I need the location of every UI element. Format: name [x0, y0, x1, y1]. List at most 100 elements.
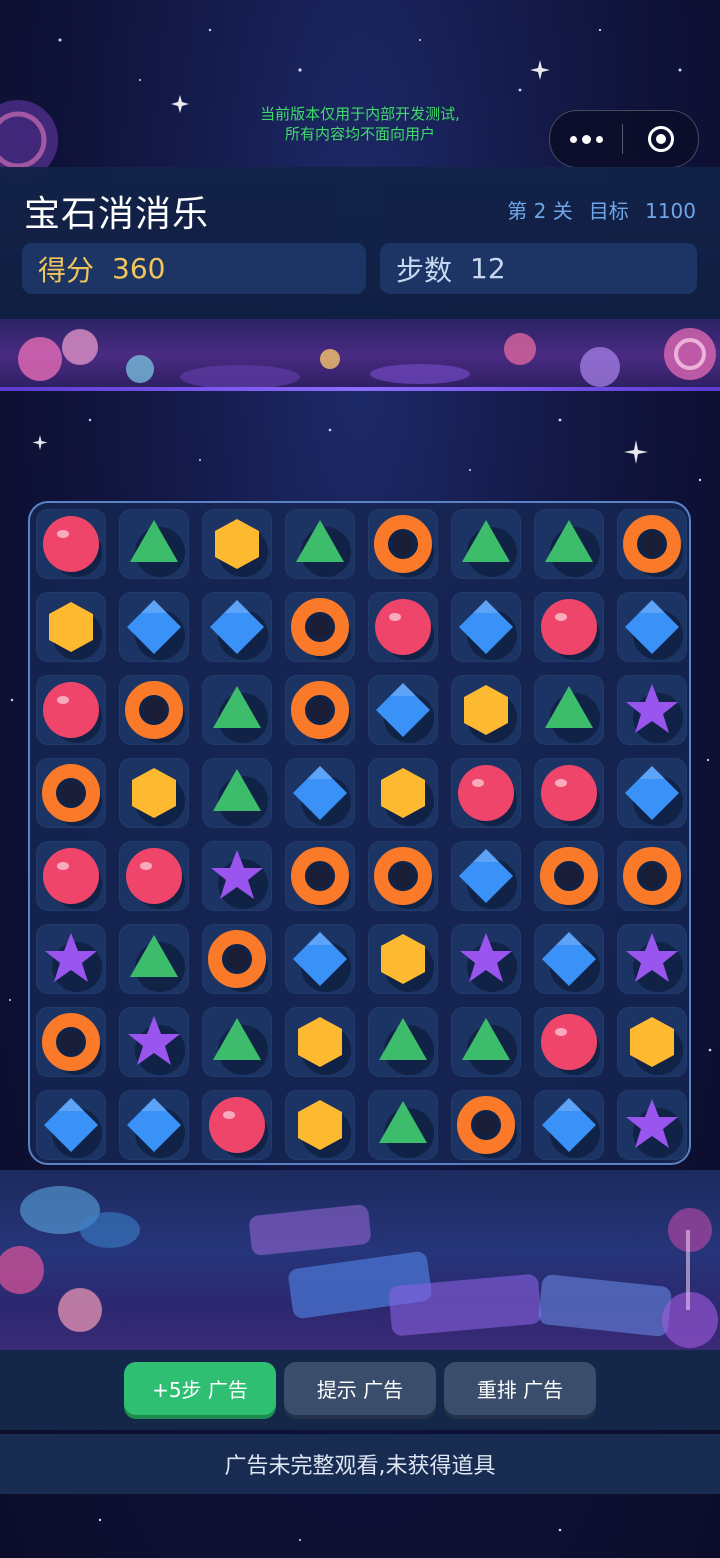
blue-diamond-icon — [44, 1098, 98, 1152]
gem-cell[interactable] — [119, 592, 189, 662]
gem-cell[interactable] — [202, 675, 272, 745]
gem-cell[interactable] — [451, 1007, 521, 1077]
gem-cell[interactable] — [534, 675, 604, 745]
extra-steps-ad-button[interactable]: +5步 广告 — [124, 1362, 276, 1415]
gem-cell[interactable] — [119, 758, 189, 828]
green-triangle-icon — [296, 520, 344, 562]
red-orb-icon — [43, 516, 99, 572]
gem-cell[interactable] — [368, 1090, 438, 1160]
gem-cell[interactable] — [119, 509, 189, 579]
gem-cell[interactable] — [285, 1090, 355, 1160]
gem-cell[interactable] — [285, 758, 355, 828]
orange-ring-icon — [623, 515, 681, 573]
gem-cell[interactable] — [202, 1090, 272, 1160]
gem-cell[interactable] — [36, 758, 106, 828]
purple-star-icon — [211, 850, 263, 899]
gem-cell[interactable] — [202, 841, 272, 911]
green-triangle-icon — [545, 520, 593, 562]
gem-cell[interactable] — [617, 675, 687, 745]
candy-land-banner — [0, 319, 720, 391]
gem-cell[interactable] — [202, 592, 272, 662]
ad-result-toast: 广告未完整观看,未获得道具 — [0, 1434, 720, 1494]
gem-cell[interactable] — [202, 1007, 272, 1077]
gem-cell[interactable] — [119, 841, 189, 911]
gem-cell[interactable] — [285, 841, 355, 911]
blue-diamond-icon — [210, 600, 264, 654]
level-label: 第 2 关 — [507, 199, 573, 223]
gem-cell[interactable] — [451, 675, 521, 745]
gem-cell[interactable] — [368, 509, 438, 579]
gem-cell[interactable] — [368, 675, 438, 745]
gem-cell[interactable] — [617, 841, 687, 911]
gem-cell[interactable] — [36, 509, 106, 579]
gem-cell[interactable] — [451, 1090, 521, 1160]
gem-cell[interactable] — [617, 592, 687, 662]
gem-cell[interactable] — [534, 592, 604, 662]
yellow-hexagon-icon — [215, 519, 259, 569]
gem-cell[interactable] — [451, 758, 521, 828]
gem-cell[interactable] — [368, 758, 438, 828]
gem-cell[interactable] — [368, 592, 438, 662]
gem-cell[interactable] — [36, 841, 106, 911]
gem-cell[interactable] — [285, 592, 355, 662]
gem-cell[interactable] — [451, 841, 521, 911]
gem-cell[interactable] — [368, 924, 438, 994]
gem-cell[interactable] — [36, 1090, 106, 1160]
gem-cell[interactable] — [285, 924, 355, 994]
gem-cell[interactable] — [202, 509, 272, 579]
gem-cell[interactable] — [36, 592, 106, 662]
score-value: 360 — [112, 252, 166, 285]
orange-ring-icon — [291, 681, 349, 739]
gem-cell[interactable] — [285, 675, 355, 745]
green-triangle-icon — [379, 1018, 427, 1060]
gem-cell[interactable] — [617, 1090, 687, 1160]
gem-cell[interactable] — [285, 1007, 355, 1077]
gem-cell[interactable] — [534, 1007, 604, 1077]
yellow-hexagon-icon — [381, 768, 425, 818]
gem-cell[interactable] — [285, 509, 355, 579]
gem-cell[interactable] — [119, 675, 189, 745]
gem-cell[interactable] — [617, 758, 687, 828]
steps-value: 12 — [470, 252, 506, 285]
level-info: 第 2 关 目标 1100 — [507, 195, 696, 224]
gem-cell[interactable] — [202, 758, 272, 828]
orange-ring-icon — [540, 847, 598, 905]
close-miniprogram-button[interactable] — [623, 126, 698, 152]
gem-cell[interactable] — [368, 841, 438, 911]
gem-cell[interactable] — [119, 1090, 189, 1160]
gem-cell[interactable] — [451, 509, 521, 579]
gem-cell[interactable] — [36, 924, 106, 994]
gem-cell[interactable] — [617, 924, 687, 994]
green-triangle-icon — [213, 686, 261, 728]
orange-ring-icon — [42, 764, 100, 822]
gem-cell[interactable] — [617, 509, 687, 579]
gem-cell[interactable] — [534, 1090, 604, 1160]
gem-cell[interactable] — [451, 592, 521, 662]
gem-cell[interactable] — [534, 509, 604, 579]
steps-label: 步数 — [396, 253, 453, 287]
target-label: 目标 — [588, 199, 629, 223]
hint-ad-button[interactable]: 提示 广告 — [284, 1362, 436, 1415]
orange-ring-icon — [291, 598, 349, 656]
gem-cell[interactable] — [36, 1007, 106, 1077]
gem-cell[interactable] — [534, 841, 604, 911]
gem-cell[interactable] — [119, 1007, 189, 1077]
gem-cell[interactable] — [119, 924, 189, 994]
dot-icon — [569, 135, 577, 143]
orange-ring-icon — [374, 847, 432, 905]
gem-cell[interactable] — [451, 924, 521, 994]
gem-cell[interactable] — [617, 1007, 687, 1077]
orange-ring-icon — [457, 1096, 515, 1154]
blue-diamond-icon — [376, 683, 430, 737]
gem-cell[interactable] — [368, 1007, 438, 1077]
score-box: 得分 360 — [22, 243, 366, 294]
red-orb-icon — [541, 599, 597, 655]
gem-cell[interactable] — [202, 924, 272, 994]
purple-star-icon — [45, 933, 97, 982]
gem-cell[interactable] — [534, 758, 604, 828]
red-orb-icon — [375, 599, 431, 655]
more-menu-button[interactable] — [550, 111, 622, 167]
gem-cell[interactable] — [36, 675, 106, 745]
shuffle-ad-button[interactable]: 重排 广告 — [444, 1362, 596, 1415]
gem-cell[interactable] — [534, 924, 604, 994]
